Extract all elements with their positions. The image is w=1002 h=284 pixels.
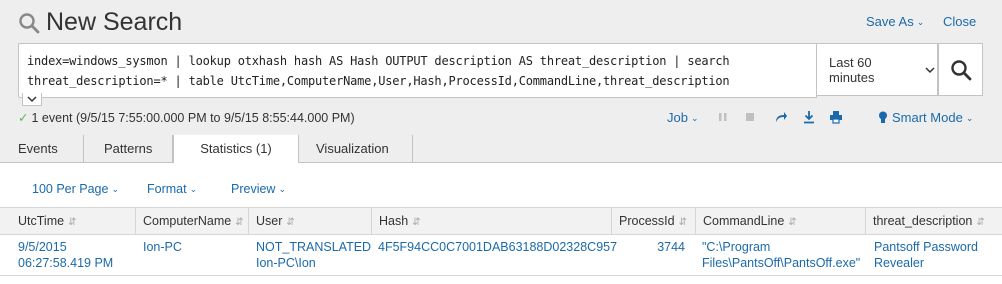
column-header-utctime[interactable]: UtcTime ⇵ [12,208,136,234]
per-page-menu[interactable]: 100 Per Page ⌄ [32,182,119,196]
cell-user[interactable]: NOT_TRANSLATED Ion-PC\Ion [256,239,371,271]
cell-line: NOT_TRANSLATED [256,240,372,254]
save-as-menu[interactable]: Save As ⌄ [866,14,924,29]
preview-menu[interactable]: Preview ⌄ [231,182,286,196]
column-header-threat-description[interactable]: threat_description ⇵ [867,208,1002,234]
share-icon[interactable] [774,110,788,124]
per-page-label: 100 Per Page [32,182,109,196]
job-menu[interactable]: Job ⌄ [667,110,699,125]
tab-patterns[interactable]: Patterns [104,135,152,162]
event-summary: 1 event (9/5/15 7:55:00.000 PM to 9/5/15… [31,111,355,125]
sort-icon: ⇵ [68,217,77,228]
expand-search-button[interactable] [22,93,42,106]
sort-icon: ⇵ [286,217,295,228]
cell-processid[interactable]: 3744 [613,239,685,255]
chevron-down-icon: ⌄ [189,184,198,194]
lightbulb-icon [879,111,887,123]
stop-icon[interactable] [743,110,757,124]
query-line-1: index=windows_sysmon | lookup otxhash ha… [27,54,730,68]
column-header-user[interactable]: User ⇵ [250,208,372,234]
time-range-label: Last 60 minutes [829,54,875,85]
table-header: UtcTime ⇵ ComputerName ⇵ User ⇵ Hash ⇵ Proce… [0,207,1002,235]
job-status: ✓ 1 event (9/5/15 7:55:00.000 PM to 9/5/1… [18,110,355,125]
column-label: threat_description [873,214,973,228]
sort-icon: ⇵ [235,217,244,228]
search-button[interactable] [938,43,983,96]
chevron-down-icon: ⌄ [278,184,287,194]
search-mode-menu[interactable]: Smart Mode ⌄ [878,110,973,125]
cell-line: Ion-PC\Ion [256,256,316,270]
column-header-commandline[interactable]: CommandLine ⇵ [697,208,866,234]
cell-utctime[interactable]: 9/5/2015 06:27:58.419 PM [18,239,113,271]
sort-icon: ⇵ [788,217,797,228]
format-menu[interactable]: Format ⌄ [147,182,197,196]
format-label: Format [147,182,187,196]
print-icon[interactable] [829,110,843,124]
chevron-down-icon [27,96,37,103]
sort-icon: ⇵ [678,217,687,228]
cell-threat-description[interactable]: Pantsoff Password Revealer [874,239,978,271]
search-mode-label: Smart Mode [892,110,963,125]
preview-label: Preview [231,182,276,196]
tab-statistics[interactable]: Statistics (1) [173,135,299,163]
search-icon [950,59,971,80]
page-title: New Search [18,8,182,37]
column-label: ComputerName [143,214,232,228]
search-input[interactable]: index=windows_sysmon | lookup otxhash ha… [18,43,817,98]
sort-icon: ⇵ [412,217,421,228]
column-header-processid[interactable]: ProcessId ⇵ [613,208,696,234]
chevron-down-icon: ⌄ [111,184,119,194]
save-as-label: Save As [866,14,914,29]
cell-line: "C:\Program [702,240,771,254]
column-label: User [256,214,283,228]
tab-events[interactable]: Events [18,135,58,162]
sort-icon: ⇵ [976,217,985,228]
close-button[interactable]: Close [943,14,976,29]
cell-hash[interactable]: 4F5F94CC0C7001DAB63188D02328C957 [378,239,617,255]
column-label: Hash [379,214,409,228]
tab-divider [83,135,84,162]
column-label: CommandLine [703,214,785,228]
results-tabs: Events Patterns Statistics (1) Visualiza… [0,135,1002,163]
chevron-down-icon: ⌄ [690,113,699,123]
cell-line: Pantsoff Password [874,240,978,254]
query-line-2: threat_description=* | table UtcTime,Com… [27,74,730,88]
search-icon [19,12,40,33]
search-query[interactable]: index=windows_sysmon | lookup otxhash ha… [27,51,730,91]
export-icon[interactable] [802,110,816,124]
search-header: New Search Save As ⌄ Close index=windows_… [0,0,1002,135]
job-label: Job [667,110,688,125]
cell-commandline[interactable]: "C:\Program Files\PantsOff\PantsOff.exe" [702,239,860,271]
time-range-picker[interactable]: Last 60 minutes [816,43,938,96]
cell-computername[interactable]: Ion-PC [143,239,182,255]
chevron-down-icon [925,66,935,73]
column-header-hash[interactable]: Hash ⇵ [373,208,612,234]
column-header-computername[interactable]: ComputerName ⇵ [137,208,249,234]
table-row: 9/5/2015 06:27:58.419 PM Ion-PC NOT_TRANS… [0,234,1002,276]
tab-divider [412,135,413,162]
cell-line: 9/5/2015 [18,240,67,254]
cell-line: 06:27:58.419 PM [18,256,114,270]
chevron-down-icon: ⌄ [916,17,925,27]
page-title-text: New Search [46,8,183,36]
tab-visualization[interactable]: Visualization [316,135,389,162]
column-label: ProcessId [619,214,675,228]
column-label: UtcTime [18,214,65,228]
pause-icon[interactable] [716,110,730,124]
check-icon: ✓ [18,111,29,125]
chevron-down-icon: ⌄ [965,113,974,123]
cell-line: Revealer [874,256,925,270]
cell-line: Files\PantsOff\PantsOff.exe" [702,256,861,270]
